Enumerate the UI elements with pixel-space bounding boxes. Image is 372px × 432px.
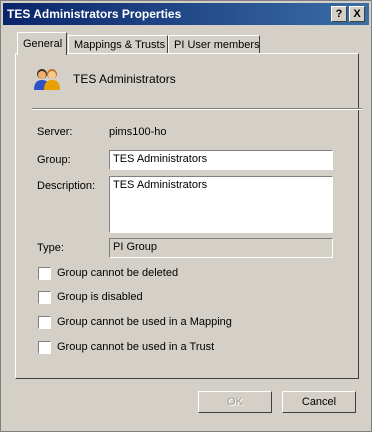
no-mapping-label[interactable]: Group cannot be used in a Mapping — [57, 316, 232, 328]
group-name-header: TES Administrators — [73, 72, 176, 86]
type-label: Type: — [37, 242, 64, 254]
description-input[interactable]: TES Administrators — [109, 176, 333, 233]
type-field: PI Group — [109, 238, 333, 258]
no-mapping-checkbox[interactable] — [38, 316, 51, 329]
group-name-input[interactable]: TES Administrators — [109, 150, 333, 170]
tab-pi-user-members[interactable]: PI User members — [168, 35, 260, 54]
cannot-delete-checkbox[interactable] — [38, 267, 51, 280]
close-button[interactable]: X — [349, 6, 365, 22]
title-bar[interactable]: TES Administrators Properties ? X — [3, 3, 369, 25]
description-label: Description: — [37, 180, 96, 192]
cannot-delete-label[interactable]: Group cannot be deleted — [57, 267, 178, 279]
ok-button[interactable]: OK — [198, 391, 272, 413]
tab-mappings-trusts[interactable]: Mappings & Trusts — [68, 35, 168, 54]
help-button[interactable]: ? — [331, 6, 347, 22]
separator — [32, 108, 362, 110]
server-value: pims100-ho — [109, 126, 167, 138]
disabled-label[interactable]: Group is disabled — [57, 291, 143, 303]
no-trust-label[interactable]: Group cannot be used in a Trust — [57, 341, 214, 353]
server-label: Server: — [37, 126, 73, 138]
tab-general[interactable]: General — [17, 32, 67, 55]
properties-dialog: TES Administrators Properties ? X Genera… — [0, 0, 372, 432]
disabled-checkbox[interactable] — [38, 291, 51, 304]
window-title: TES Administrators Properties — [7, 7, 182, 21]
cancel-button[interactable]: Cancel — [282, 391, 356, 413]
general-panel: TES Administrators Server: pims100-ho Gr… — [15, 53, 362, 379]
no-trust-checkbox[interactable] — [38, 341, 51, 354]
user-group-icon — [34, 69, 60, 90]
group-label: Group: — [37, 154, 71, 166]
